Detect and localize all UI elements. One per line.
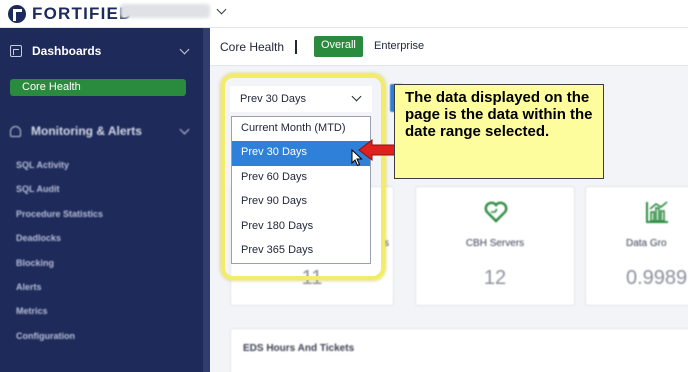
fortified-logo-icon [8,5,26,23]
sidebar-item-configuration[interactable]: Configuration [16,331,186,355]
card-value: 0.9989 [626,267,688,289]
logo-text: FORTIFIED [32,4,133,23]
tab-overall[interactable]: Overall [314,36,363,57]
heart-icon [484,201,508,223]
sidebar-item-sql-activity[interactable]: SQL Activity [16,160,186,184]
date-range-value: Prev 30 Days [240,93,307,105]
bar-chart-icon [646,201,668,223]
date-range-select[interactable]: Prev 30 Days [230,86,372,112]
bell-icon [10,125,21,137]
sidebar-item-metrics[interactable]: Metrics [16,306,186,330]
callout-text: The data displayed on the page is the da… [405,89,593,140]
page-title: Core Health [220,40,285,54]
card-label: Data Gro [626,238,667,249]
card-label: CBH Servers [465,238,525,249]
sidebar-item-label: Dashboards [32,44,102,58]
date-option-prev-90[interactable]: Prev 90 Days [232,190,370,214]
monitoring-submenu: SQL Activity SQL Audit Procedure Statist… [16,160,186,355]
sidebar-item-deadlocks[interactable]: Deadlocks [16,233,186,257]
sidebar-item-monitoring[interactable]: Monitoring & Alerts [10,124,190,138]
card-value: 12 [483,267,507,289]
date-option-prev-365[interactable]: Prev 365 Days [232,239,370,263]
chevron-down-icon[interactable] [351,91,362,102]
date-option-mtd[interactable]: Current Month (MTD) [232,117,370,141]
tab-enterprise[interactable]: Enterprise [374,40,424,52]
user-name-redacted [120,4,210,18]
title-divider [295,40,297,54]
eds-hours-panel: EDS Hours And Tickets [230,328,688,372]
sidebar-item-label: Monitoring & Alerts [31,124,142,138]
top-bar: FORTIFIED [0,0,688,28]
mouse-cursor-icon [351,149,363,167]
sidebar-item-alerts[interactable]: Alerts [16,282,186,306]
date-option-prev-60[interactable]: Prev 60 Days [232,166,370,190]
dashboard-icon [10,45,22,57]
sidebar-item-dashboards[interactable]: Dashboards [10,44,190,58]
main-header: Core Health Overall Enterprise [210,28,688,66]
sidebar-item-sql-audit[interactable]: SQL Audit [16,184,186,208]
sidebar-item-blocking[interactable]: Blocking [16,258,186,282]
sidebar-item-procedure-statistics[interactable]: Procedure Statistics [16,209,186,233]
sidebar-scrollbar[interactable] [203,28,210,372]
user-menu[interactable] [120,4,227,18]
annotation-callout: The data displayed on the page is the da… [394,84,604,179]
date-option-prev-30[interactable]: Prev 30 Days [232,141,370,166]
chevron-down-icon[interactable] [179,124,190,135]
chevron-down-icon[interactable] [216,4,227,14]
logo[interactable]: FORTIFIED [8,4,133,24]
data-growth-card[interactable]: Data Gro 0.9989 [585,186,688,306]
sidebar-item-core-health[interactable]: Core Health [10,79,186,96]
section-title: EDS Hours And Tickets [243,343,355,354]
date-range-menu: Current Month (MTD) Prev 30 Days Prev 60… [231,116,371,264]
date-option-prev-180[interactable]: Prev 180 Days [232,215,370,239]
chevron-down-icon[interactable] [179,44,190,55]
cbh-servers-card[interactable]: CBH Servers 12 [415,186,575,306]
